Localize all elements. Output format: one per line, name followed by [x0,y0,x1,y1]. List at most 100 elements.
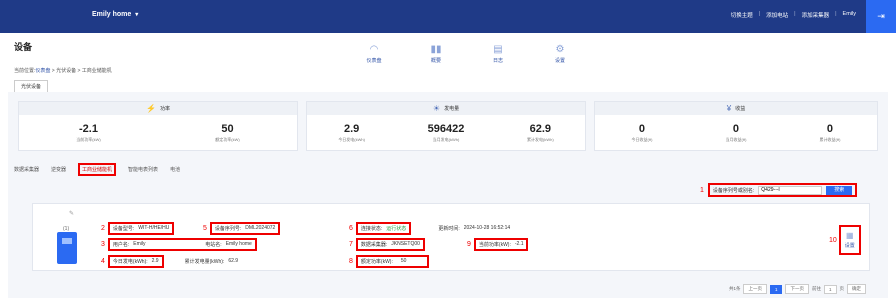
theme-switch-link[interactable]: 切换主题 [731,11,753,19]
annotation-marker: 8 [349,258,353,265]
field-label: 今日发电(kWh): [112,259,148,265]
nav-log[interactable]: ▤ 日志 [476,36,520,65]
page-number[interactable]: 1 [769,284,783,294]
stat-label: 今日收益(¥) [631,137,653,142]
chevron-down-icon[interactable]: ▾ [135,12,138,18]
confirm-button[interactable]: 确定 [847,284,866,294]
search-button[interactable]: 搜索 [826,185,853,195]
field-current-power: 9 当前功率(kW): -2.1 [467,238,529,251]
breadcrumb-link[interactable]: 仪表盘 [35,68,50,74]
gear-icon: ▦ [846,231,854,240]
search-label: 设备序列号或别名: [712,187,755,194]
prev-page-button[interactable]: 上一页 [743,284,767,294]
search-area: 1 设备序列号或别名: 搜索 [700,183,858,197]
search-input[interactable] [758,185,823,195]
stat-total-energy: 62.9 累计发电(kWh) [527,123,554,143]
nav-settings[interactable]: ⚙ 设置 [538,36,582,65]
power-icon: ⚡ [146,104,156,113]
search-box: 设备序列号或别名: 搜索 [707,183,858,197]
annotation-marker: 9 [467,241,471,248]
solar-panel-icon: ☀ [432,104,441,113]
nav-label: 仪表盘 [366,58,382,64]
next-page-button[interactable]: 下一页 [785,284,809,294]
field-label: 电站名: [205,242,222,248]
nav-label: 设置 [554,58,565,64]
field-value: 2024-10-28 16:52:14 [463,225,511,231]
field-label: 设备型号: [112,226,135,232]
top-bar: Emily home ▾ 切换主题 | 添加电站 | 添加采集器 | Emily ⇥ [0,0,896,33]
stat-label: 累计发电(kWh) [526,137,554,142]
stat-label: 今日发电(kWh) [338,137,365,142]
add-collector-link[interactable]: 添加采集器 [802,11,830,19]
nav-dashboard[interactable]: ◠ 仪表盘 [352,36,396,65]
stat-label: 当月发电(kWh) [432,137,460,142]
page-unit: 页 [839,286,845,291]
tab-data-collector[interactable]: 数据采集器 [14,166,39,176]
device-type-tabs: 数据采集器 逆变器 工商业储能机 智能电表列表 电池 [14,163,180,176]
site-name[interactable]: Emily home [92,11,131,18]
page-input[interactable]: 1 [823,284,837,294]
field-connection: 6 连接状态: 运行状态 更新时间: 2024-10-28 16:52:14 [349,222,510,235]
nav-overview[interactable]: ▮▮ 概要 [414,36,458,65]
edit-icon[interactable]: ✎ [69,210,74,217]
stat-value: 0 [638,123,646,135]
menu-divider: | [794,11,796,17]
card-title: 功率 [159,106,170,112]
status-badge: 运行状态 [386,226,407,232]
settings-area: 10 ▦ 设置 [829,225,861,255]
breadcrumb-prefix: 当前位置: [14,68,36,74]
logout-icon[interactable]: ⇥ [866,0,896,33]
tab-battery[interactable]: 电池 [170,166,180,176]
power-card: ⚡ 功率 -2.1 当前功率(kW) 50 额定功率(kW) [18,101,298,151]
field-today-energy: 4 今日发电(kWh): 2.9 累计发电量(kWh): 62.9 [101,255,238,268]
stat-today-revenue: 0 今日收益(¥) [632,123,653,143]
add-plant-link[interactable]: 添加电站 [766,11,788,19]
gauge-icon: ◠ [369,44,379,55]
nav-label: 概要 [430,58,441,64]
field-value: WIT-H/HE/HU [138,225,170,231]
device-image [57,232,77,264]
field-label: 更新时间: [438,226,460,232]
stat-month-revenue: 0 当月收益(¥) [726,123,747,143]
card-title: 发电量 [444,106,460,112]
money-icon: ¥ [726,104,732,113]
stat-total-revenue: 0 累计收益(¥) [820,123,841,143]
stat-label: 额定功率(kW) [215,137,240,142]
annotation-marker: 4 [101,258,105,265]
settings-button[interactable]: ▦ 设置 [838,225,861,255]
stat-month-energy: 596422 当月发电(kWh) [428,123,465,143]
top-menu: 切换主题 | 添加电站 | 添加采集器 | Emily [731,11,856,19]
field-value: 2.9 [151,258,159,264]
field-label: 设备序列号: [214,226,242,232]
menu-divider: | [758,11,761,17]
field-model: 2 设备型号: WIT-H/HE/HU [101,222,175,235]
settings-label: 设置 [844,243,855,249]
field-label: 额定功率(kW): [360,259,393,265]
total-count: 共1条 [728,286,741,291]
card-header: ¥ 收益 [595,102,877,115]
annotation-marker: 5 [203,225,207,232]
stat-label: 当前功率(kW) [76,137,101,142]
revenue-card: ¥ 收益 0 今日收益(¥) 0 当月收益(¥) 0 累计收益(¥) [594,101,878,151]
stat-value: -2.1 [79,123,98,135]
tab-inverter[interactable]: 逆变器 [51,166,66,176]
card-header: ⚡ 功率 [19,102,297,115]
breadcrumb: 当前位置:仪表盘 > 光伏设备 > 工商业储能机 [14,67,112,74]
gear-icon: ⚙ [555,44,565,55]
annotation-marker: 10 [829,236,837,244]
field-rated-power: 8 额定功率(kW): 50 [349,255,430,268]
field-label: 用户名: [112,242,130,248]
site-selector[interactable]: Emily home ▾ [92,11,138,18]
annotation-marker: 7 [349,241,353,248]
device-row: ✎ (1) 2 设备型号: WIT-H/HE/HU 3 用户名: Emily 电站名:… [32,203,870,271]
annotation-marker: 6 [349,225,353,232]
field-label: 累计发电量(kWh): [184,259,225,265]
tab-smart-meter[interactable]: 智能电表列表 [128,166,158,176]
field-value: 50 [400,258,407,264]
user-menu[interactable]: Emily [843,11,856,19]
stat-today-energy: 2.9 今日发电(kWh) [338,123,365,143]
tab-storage[interactable]: 工商业储能机 [78,163,117,176]
nav-label: 日志 [492,58,503,64]
stat-value: 62.9 [529,123,552,135]
field-label: 连接状态: [360,226,383,232]
